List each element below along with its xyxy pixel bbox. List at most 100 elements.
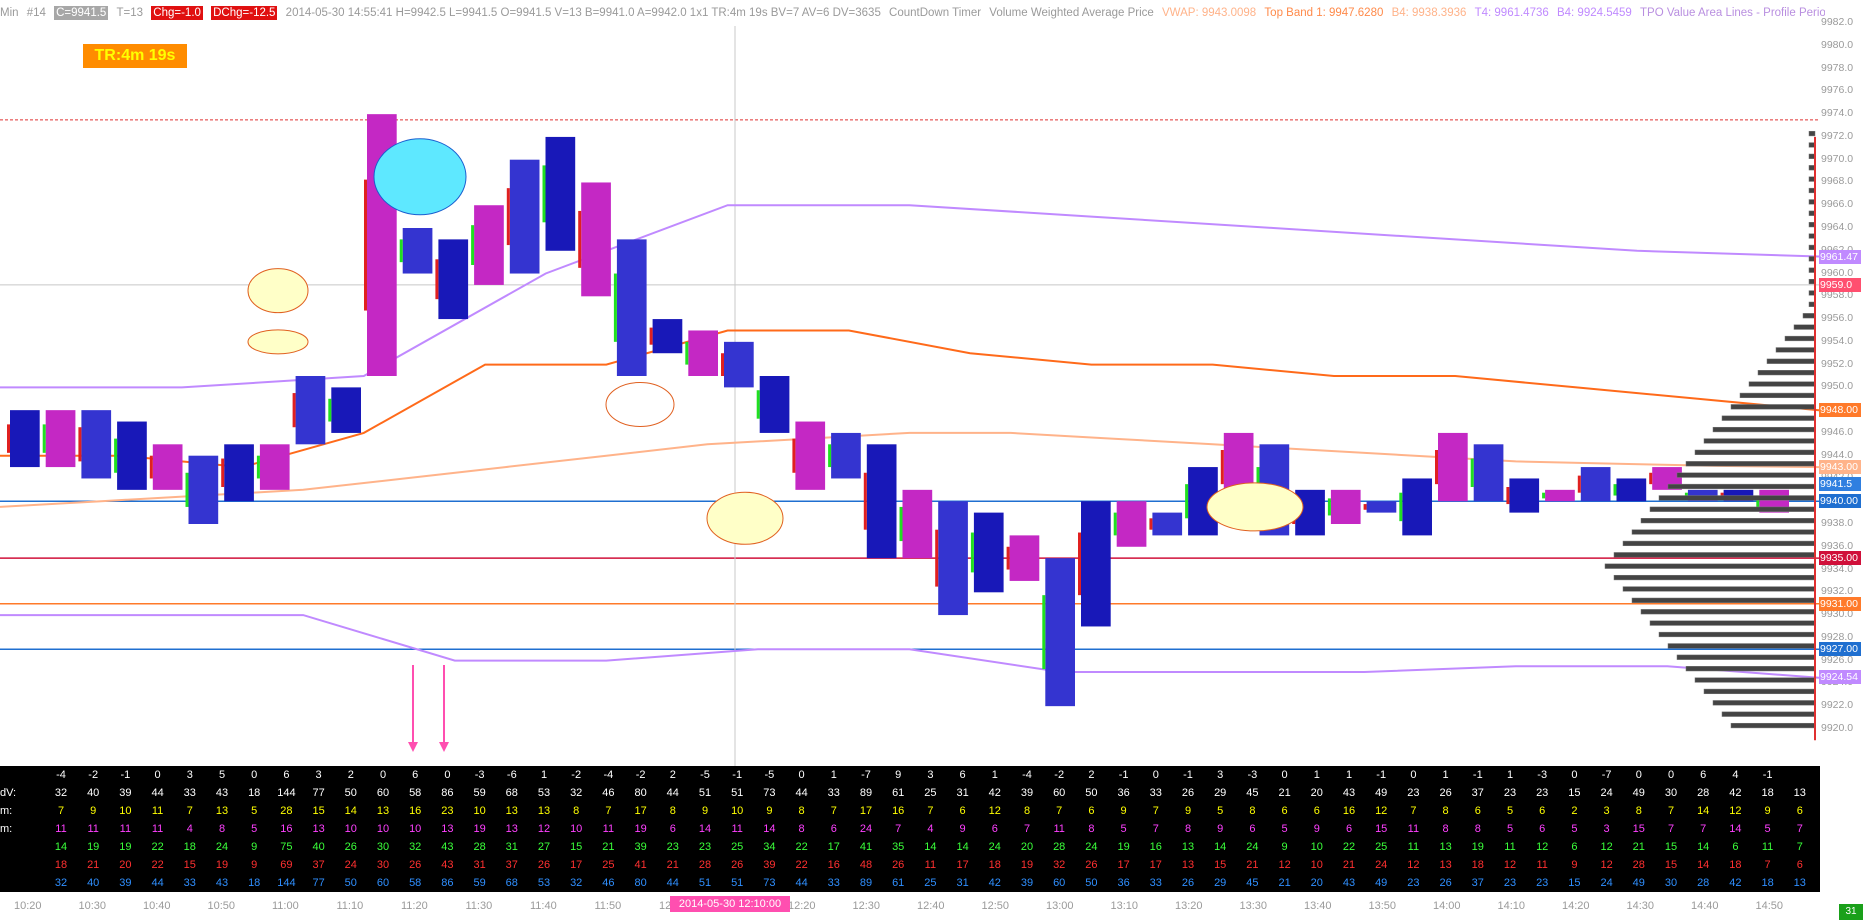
price-tick-label: 9960.0 [1821, 266, 1854, 279]
stats-cell: 50 [344, 877, 357, 889]
stats-cell: 39 [634, 841, 647, 853]
price-marker-label: 9924.54 [1819, 670, 1861, 685]
footprint-bar-5 [188, 455, 219, 524]
stats-cell: 8 [669, 805, 676, 817]
footprint-bar-21 [759, 376, 790, 433]
stats-cell: 44 [795, 877, 808, 889]
bar-delta-marker-40 [1435, 450, 1438, 485]
price-marker-label: 9927.00 [1819, 642, 1861, 657]
highlight-ellipse-1 [247, 268, 309, 314]
footprint-bar-20 [724, 341, 754, 388]
footprint-bar-28 [1009, 535, 1040, 581]
stats-cell: 51 [731, 877, 744, 889]
stats-cell: 0 [1667, 769, 1675, 781]
stats-cell: 13 [1793, 787, 1806, 799]
stats-cell: 24 [215, 841, 229, 853]
time-tick-label: 12:20 [788, 900, 816, 912]
stats-cell: 25 [924, 877, 937, 889]
stats-cell: 41 [859, 841, 873, 853]
time-axis[interactable]: 10:20 10:30 10:40 10:50 11:00 11:10 11:20 11:30… [0, 894, 1820, 922]
price-axis[interactable]: 9982.0 9980.0 9978.0 9976.0 9974.0 9972.0 9970… [1819, 0, 1863, 922]
stats-cell: 17 [1149, 859, 1162, 871]
stats-cell: 45 [1246, 787, 1259, 799]
stats-cell: 10 [344, 823, 357, 835]
stats-cell: 19 [1020, 859, 1034, 871]
stats-cell: 26 [537, 859, 551, 871]
stats-cell: 5 [1506, 805, 1514, 817]
stats-cell: 7 [1152, 805, 1159, 817]
stats-cell: 15 [312, 805, 325, 817]
stats-cell: -6 [506, 769, 517, 781]
bar-delta-marker-6 [221, 458, 225, 487]
price-tick-label: 9974.0 [1821, 107, 1854, 120]
stats-cell: 45 [1246, 877, 1259, 889]
stats-cell: 29 [1214, 787, 1227, 799]
stats-cell: 89 [859, 787, 873, 799]
stats-cell: 11 [151, 805, 164, 817]
stats-cell: 7 [1796, 823, 1803, 835]
stats-cell: 23 [666, 841, 679, 853]
stats-cell: 7 [186, 805, 193, 817]
time-tick-label: 12:30 [852, 900, 881, 912]
stats-cell: -1 [1472, 769, 1483, 781]
volume-profile-bar-9935 [1613, 552, 1816, 558]
stats-cell: 68 [505, 787, 518, 799]
stats-cell: 25 [731, 841, 744, 853]
stats-cell: 16 [892, 805, 905, 817]
stats-cell: 5 [1506, 823, 1514, 835]
stats-cell: 0 [444, 769, 451, 781]
stats-cell: 8 [573, 805, 580, 817]
stats-cell: 6 [1281, 805, 1288, 817]
bar-delta-marker-43 [1542, 492, 1546, 499]
stats-cell: 26 [1439, 787, 1452, 799]
volume-profile-bar-9943 [1685, 461, 1816, 467]
stats-cell: -1 [1118, 769, 1129, 781]
stats-cell: 24 [1246, 841, 1259, 853]
time-tick-label: 11:10 [336, 900, 364, 912]
stats-cell: 43 [1342, 877, 1356, 889]
stats-cell: 12 [1278, 859, 1291, 871]
bar-delta-marker-27 [970, 532, 974, 573]
footprint-bar-37 [1330, 489, 1361, 524]
stats-cell: 0 [1410, 769, 1417, 781]
stats-row-label: m: [0, 805, 13, 817]
price-tick-label: 9922.0 [1821, 699, 1854, 712]
stats-cell: 25 [602, 859, 615, 871]
stats-cell: 0 [1281, 769, 1288, 781]
stats-cell: 73 [763, 787, 776, 799]
stats-cell: 0 [798, 769, 805, 781]
footprint-bar-13 [474, 205, 504, 285]
volume-profile-bar-9948 [1730, 404, 1816, 410]
stats-cell: 5 [1217, 805, 1224, 817]
price-tick-label: 9946.0 [1821, 425, 1854, 438]
stats-cell: 24 [1600, 787, 1613, 799]
stats-cell: -7 [1601, 769, 1612, 781]
stats-cell: 15 [1664, 841, 1678, 853]
stats-cell: 7 [1023, 823, 1031, 835]
stats-cell: 50 [1085, 787, 1098, 799]
price-tick-label: 9950.0 [1821, 380, 1854, 393]
stats-cell: -4 [603, 769, 614, 781]
stats-cell: 26 [409, 859, 422, 871]
price-chart[interactable] [0, 0, 1819, 766]
volume-profile-bar-9933 [1613, 574, 1816, 581]
stats-cell: 5 [1571, 823, 1578, 835]
stats-cell: 5 [1120, 823, 1127, 835]
stats-cell: 22 [795, 859, 808, 871]
stats-cell: 27 [537, 841, 551, 853]
stats-cell: 8 [218, 823, 226, 835]
stats-cell: 23 [1503, 787, 1517, 799]
stats-cell: 26 [1439, 877, 1452, 889]
volume-profile-bar-9956 [1802, 313, 1816, 319]
time-tick-label: 13:00 [1046, 900, 1074, 912]
stats-cell: 28 [280, 805, 293, 817]
bar-statistics-table: -4 -2 -1 0 3 5 0 6 3 2 0 6 0 -3 -6 1 -2 -4 -2 2 -5 -1 -5 0 1 -7 9 3… [0, 766, 1820, 892]
stats-cell: 61 [892, 877, 905, 889]
stats-cell: 23 [698, 841, 712, 853]
pink-arrow-head-0 [408, 742, 418, 752]
stats-cell: 8 [1184, 823, 1192, 835]
stats-cell: 75 [280, 841, 293, 853]
bar-delta-marker-42 [1506, 487, 1510, 505]
footprint-bar-4 [152, 444, 183, 490]
stats-cell: 11 [1536, 859, 1548, 871]
